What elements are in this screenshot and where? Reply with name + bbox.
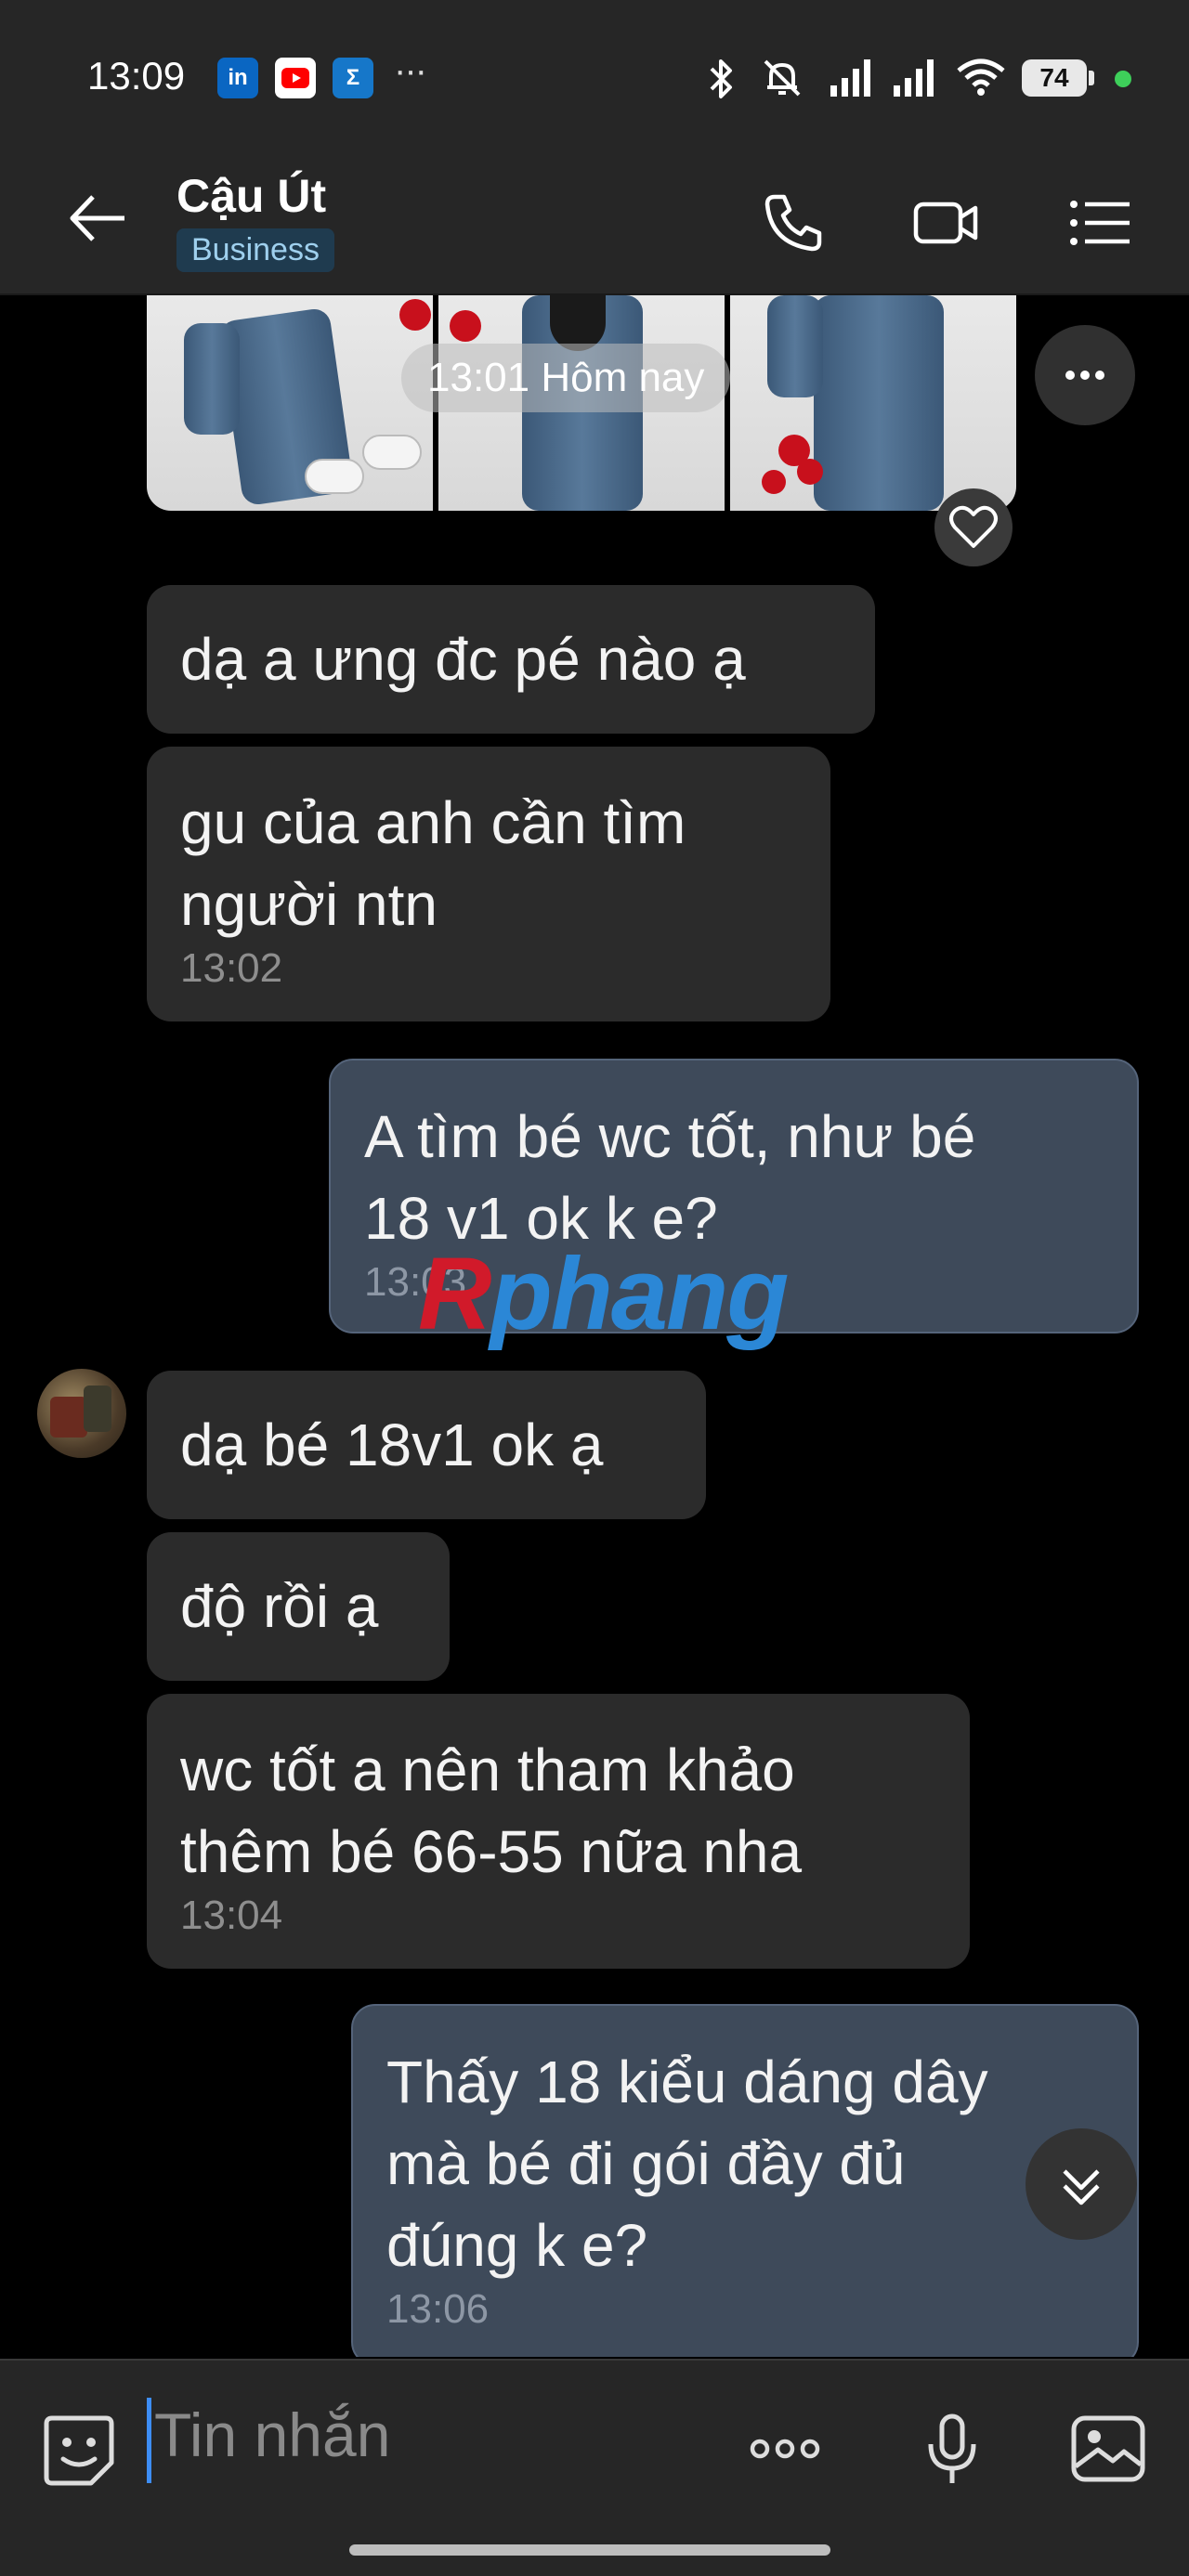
message-bubble-incoming[interactable]: wc tốt a nên tham khảo thêm bé 66-55 nữa…	[147, 1694, 970, 1969]
back-arrow-icon[interactable]	[65, 186, 130, 251]
business-badge: Business	[176, 228, 334, 272]
sigma-app-icon: Σ	[333, 58, 373, 98]
heart-icon	[949, 505, 998, 548]
message-bubble-incoming[interactable]: độ rồi ạ	[147, 1532, 450, 1681]
phone-call-icon[interactable]	[758, 188, 829, 258]
signal-icon	[830, 59, 870, 97]
photo-timestamp: 13:01 Hôm nay	[401, 344, 731, 412]
message-input[interactable]	[154, 2400, 693, 2470]
message-time: 13:02	[180, 945, 283, 991]
message-input-bar	[0, 2359, 1189, 2576]
contact-avatar[interactable]	[37, 1369, 126, 1458]
battery-indicator: 74	[1022, 59, 1087, 97]
menu-list-icon[interactable]	[1065, 188, 1135, 258]
message-text: wc tốt a nên tham khảo thêm bé 66-55 nữa…	[180, 1737, 803, 1885]
status-time: 13:09	[87, 54, 186, 98]
wifi-icon	[957, 59, 1005, 96]
message-time: 13:04	[180, 1893, 283, 1938]
contact-name[interactable]: Cậu Út	[176, 169, 326, 223]
react-heart-button[interactable]	[934, 488, 1013, 566]
microphone-icon[interactable]	[910, 2407, 994, 2491]
home-indicator[interactable]	[349, 2544, 830, 2556]
scroll-to-bottom-button[interactable]	[1026, 2128, 1137, 2240]
emoji-sticker-icon[interactable]	[37, 2409, 121, 2492]
silent-bell-icon	[764, 59, 801, 97]
photo-1[interactable]	[147, 295, 433, 511]
watermark-logo: Rphang	[418, 1237, 789, 1351]
chat-messages[interactable]: 13:01 Hôm nay dạ a ưng đc pé nào ạ gu củ…	[0, 295, 1189, 2357]
video-call-icon[interactable]	[910, 188, 981, 258]
message-bubble-incoming[interactable]: gu của anh cần tìm người ntn 13:02	[147, 747, 830, 1021]
photo-3[interactable]	[730, 295, 1016, 511]
message-text: Thấy 18 kiểu dáng dây mà bé đi gói đầy đ…	[386, 2049, 988, 2279]
message-text: dạ a ưng đc pé nào ạ	[180, 626, 746, 693]
image-gallery-icon[interactable]	[1066, 2407, 1150, 2491]
message-text: độ rồi ạ	[180, 1573, 379, 1640]
youtube-icon	[275, 58, 316, 98]
linkedin-icon: in	[217, 58, 258, 98]
message-bubble-incoming[interactable]: dạ bé 18v1 ok ạ	[147, 1371, 706, 1519]
message-text: gu của anh cần tìm người ntn	[180, 789, 686, 938]
privacy-indicator-dot	[1115, 71, 1131, 87]
more-dots-icon	[1065, 371, 1104, 380]
signal-icon-2	[894, 59, 934, 97]
more-actions-icon[interactable]	[743, 2407, 827, 2491]
text-cursor	[147, 2398, 151, 2483]
status-bar: 13:09 in Σ ··· 74	[0, 0, 1189, 149]
double-chevron-down-icon	[1063, 2169, 1100, 2205]
message-text: dạ bé 18v1 ok ạ	[180, 1412, 604, 1478]
message-bubble-outgoing[interactable]: Thấy 18 kiểu dáng dây mà bé đi gói đầy đ…	[351, 2004, 1139, 2357]
more-notifications-icon: ···	[394, 50, 427, 91]
message-time: 13:06	[386, 2286, 490, 2332]
more-options-button[interactable]	[1035, 325, 1135, 425]
battery-tip	[1089, 71, 1094, 85]
bluetooth-icon	[710, 59, 732, 98]
chat-header: Cậu Út Business	[0, 149, 1189, 295]
message-bubble-incoming[interactable]: dạ a ưng đc pé nào ạ	[147, 585, 875, 734]
